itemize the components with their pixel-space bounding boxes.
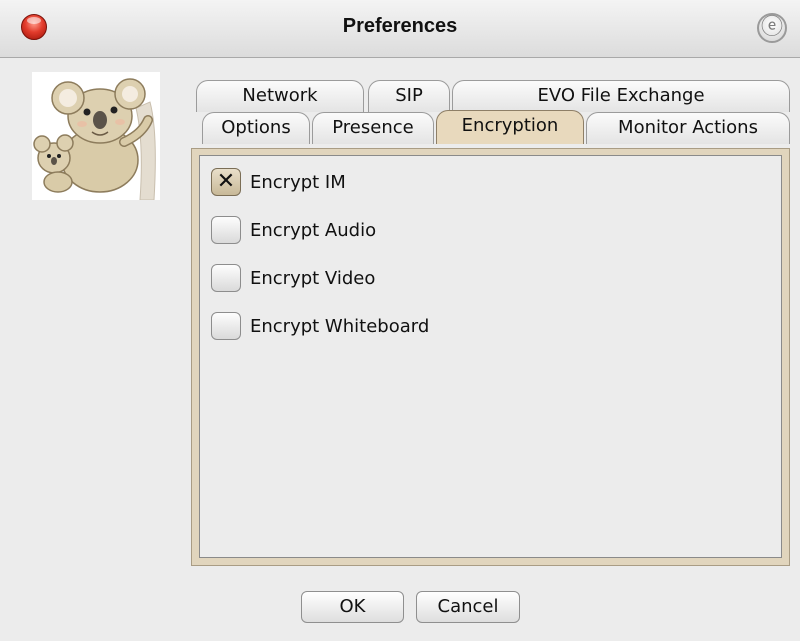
encrypt-whiteboard-option[interactable]: Encrypt Whiteboard bbox=[211, 311, 429, 341]
encrypt-audio-checkbox[interactable] bbox=[211, 216, 241, 244]
cancel-button[interactable]: Cancel bbox=[416, 591, 520, 623]
tab-presence[interactable]: Presence bbox=[312, 112, 434, 144]
e-icon[interactable]: ⓔ bbox=[757, 13, 787, 43]
encrypt-audio-option[interactable]: Encrypt Audio bbox=[211, 215, 376, 245]
encrypt-whiteboard-checkbox[interactable] bbox=[211, 312, 241, 340]
encrypt-audio-label: Encrypt Audio bbox=[250, 219, 377, 241]
encrypt-video-checkbox[interactable] bbox=[211, 264, 241, 292]
tab-monitor-actions[interactable]: Monitor Actions bbox=[586, 112, 790, 144]
window-title: Preferences bbox=[342, 15, 458, 37]
encrypt-im-checkbox[interactable]: ✕ bbox=[211, 168, 241, 196]
encrypt-video-option[interactable]: Encrypt Video bbox=[211, 263, 375, 293]
check-x-icon: ✕ bbox=[216, 169, 236, 194]
tab-options[interactable]: Options bbox=[202, 112, 310, 144]
title-bar[interactable]: Preferences ⓔ bbox=[0, 0, 800, 58]
encrypt-im-label: Encrypt IM bbox=[250, 171, 346, 193]
encrypt-im-option[interactable]: ✕ Encrypt IM bbox=[211, 167, 346, 197]
encrypt-whiteboard-label: Encrypt Whiteboard bbox=[250, 315, 430, 337]
tab-network[interactable]: Network bbox=[196, 80, 364, 112]
tab-sip[interactable]: SIP bbox=[368, 80, 450, 112]
tab-evo-file-exchange[interactable]: EVO File Exchange bbox=[452, 80, 790, 112]
preferences-window: Preferences ⓔ Network SIP EVO File Excha… bbox=[0, 0, 800, 641]
tab-encryption[interactable]: Encryption bbox=[436, 110, 584, 144]
encrypt-video-label: Encrypt Video bbox=[250, 267, 376, 289]
koala-icon bbox=[32, 72, 160, 201]
ok-button[interactable]: OK bbox=[301, 591, 404, 623]
